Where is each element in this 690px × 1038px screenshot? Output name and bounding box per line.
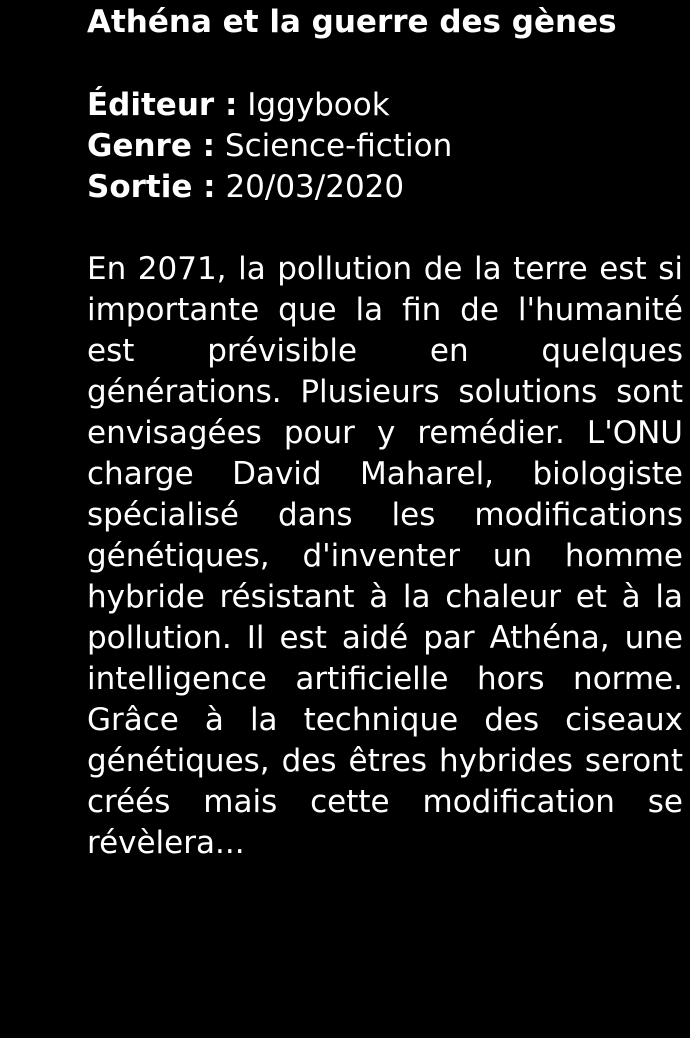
genre-label: Genre : (87, 128, 216, 164)
publisher-value: Iggybook (247, 87, 390, 123)
release-date-value: 20/03/2020 (225, 169, 405, 205)
genre-row: Genre : Science-fiction (87, 126, 683, 167)
book-synopsis: En 2071, la pollution de la terre est si… (87, 251, 683, 861)
book-metadata: Éditeur : Iggybook Genre : Science-ficti… (87, 85, 683, 208)
book-info-panel: Athéna et la guerre des gènes Éditeur : … (87, 0, 683, 864)
genre-value: Science-fiction (224, 128, 453, 164)
publisher-label: Éditeur : (87, 87, 238, 123)
book-title: Athéna et la guerre des gènes (87, 4, 617, 40)
release-row: Sortie : 20/03/2020 (87, 167, 683, 208)
publisher-row: Éditeur : Iggybook (87, 85, 683, 126)
release-label: Sortie : (87, 169, 216, 205)
